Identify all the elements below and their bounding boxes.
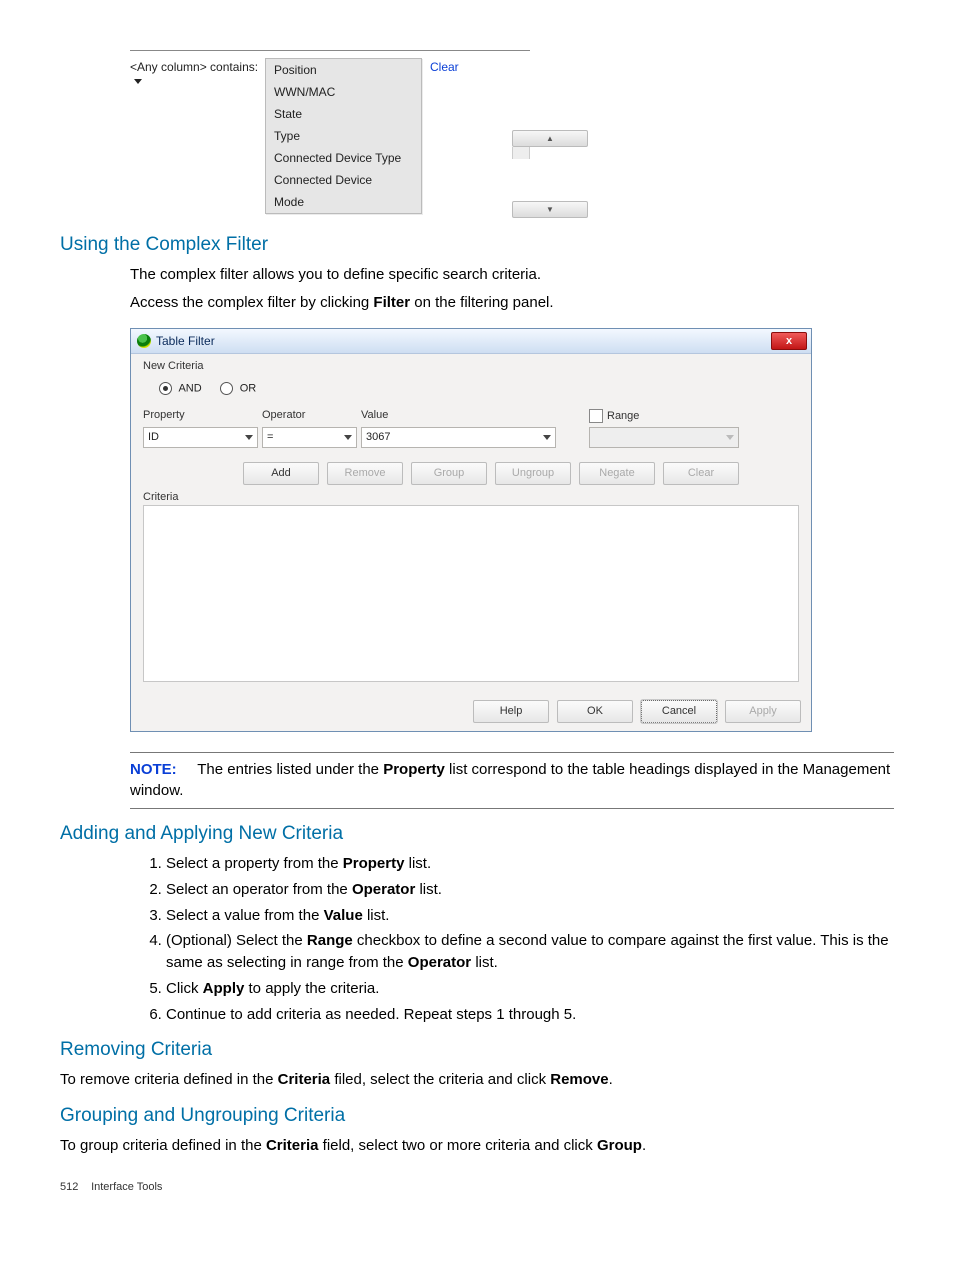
page-footer: 512 Interface Tools (60, 1181, 894, 1193)
app-icon (137, 334, 151, 348)
menu-item-connected-device[interactable]: Connected Device (266, 169, 421, 191)
quick-filter-figure: <Any column> contains: Position WWN/MAC … (130, 50, 530, 214)
ok-button[interactable]: OK (557, 700, 633, 723)
scroll-up-icon[interactable]: ▲ (512, 130, 588, 147)
remove-button: Remove (327, 462, 403, 485)
note-block: NOTE: The entries listed under the Prope… (130, 752, 894, 810)
scroll-down-icon[interactable]: ▼ (512, 201, 588, 218)
col-header-value: Value (361, 409, 556, 423)
quick-filter-column-dropdown[interactable]: <Any column> contains: (130, 58, 265, 88)
range-checkbox[interactable] (589, 409, 603, 423)
adding-steps: Select a property from the Property list… (130, 853, 894, 1025)
quick-filter-column-label: <Any column> contains: (130, 60, 258, 74)
dialog-titlebar[interactable]: Table Filter x (131, 329, 811, 354)
table-filter-dialog: Table Filter x New Criteria AND OR Prope… (130, 328, 812, 732)
scrollbar[interactable]: ▲ ▼ (512, 130, 530, 218)
chevron-down-icon (726, 435, 734, 440)
negate-button: Negate (579, 462, 655, 485)
operator-dropdown[interactable]: = (262, 427, 357, 448)
step-1: Select a property from the Property list… (166, 853, 894, 875)
page-number: 512 (60, 1181, 88, 1193)
grouping-text: To group criteria defined in the Criteri… (60, 1135, 894, 1157)
criteria-list[interactable] (143, 505, 799, 682)
menu-item-wwn-mac[interactable]: WWN/MAC (266, 81, 421, 103)
col-header-property: Property (143, 409, 258, 423)
group-button: Group (411, 462, 487, 485)
menu-item-type[interactable]: Type (266, 125, 421, 147)
value-dropdown[interactable]: 3067 (361, 427, 556, 448)
dialog-title: Table Filter (156, 334, 215, 348)
quick-filter-column-menu: Position WWN/MAC State Type Connected De… (265, 58, 422, 214)
menu-item-mode[interactable]: Mode (266, 191, 421, 213)
col-header-range: Range (589, 409, 739, 423)
col-header-operator: Operator (262, 409, 357, 423)
step-6: Continue to add criteria as needed. Repe… (166, 1004, 894, 1026)
range-dropdown (589, 427, 739, 448)
menu-item-connected-device-type[interactable]: Connected Device Type (266, 147, 421, 169)
removing-text: To remove criteria defined in the Criter… (60, 1069, 894, 1091)
note-label: NOTE: (130, 761, 177, 778)
property-dropdown[interactable]: ID (143, 427, 258, 448)
step-2: Select an operator from the Operator lis… (166, 879, 894, 901)
close-icon: x (786, 335, 792, 347)
cancel-button[interactable]: Cancel (641, 700, 717, 723)
menu-item-position[interactable]: Position (266, 59, 421, 81)
radio-icon (159, 382, 172, 395)
chevron-down-icon (134, 79, 142, 84)
radio-and[interactable]: AND (159, 382, 202, 395)
add-button[interactable]: Add (243, 462, 319, 485)
scroll-track[interactable] (512, 147, 530, 159)
radio-or[interactable]: OR (220, 382, 257, 395)
new-criteria-label: New Criteria (143, 360, 799, 372)
heading-using-complex-filter: Using the Complex Filter (60, 234, 894, 256)
criteria-label: Criteria (143, 491, 799, 503)
help-button[interactable]: Help (473, 700, 549, 723)
apply-button: Apply (725, 700, 801, 723)
menu-item-state[interactable]: State (266, 103, 421, 125)
clear-link[interactable]: Clear (430, 58, 459, 74)
ungroup-button: Ungroup (495, 462, 571, 485)
chevron-down-icon (543, 435, 551, 440)
footer-section: Interface Tools (91, 1181, 162, 1193)
step-5: Click Apply to apply the criteria. (166, 978, 894, 1000)
chevron-down-icon (245, 435, 253, 440)
clear-button: Clear (663, 462, 739, 485)
chevron-down-icon (344, 435, 352, 440)
complex-filter-desc-2: Access the complex filter by clicking Fi… (130, 292, 894, 314)
heading-removing: Removing Criteria (60, 1039, 894, 1061)
step-4: (Optional) Select the Range checkbox to … (166, 930, 894, 974)
complex-filter-desc-1: The complex filter allows you to define … (130, 264, 894, 286)
heading-adding-applying: Adding and Applying New Criteria (60, 823, 894, 845)
step-3: Select a value from the Value list. (166, 905, 894, 927)
heading-grouping: Grouping and Ungrouping Criteria (60, 1105, 894, 1127)
radio-icon (220, 382, 233, 395)
close-button[interactable]: x (771, 332, 807, 350)
